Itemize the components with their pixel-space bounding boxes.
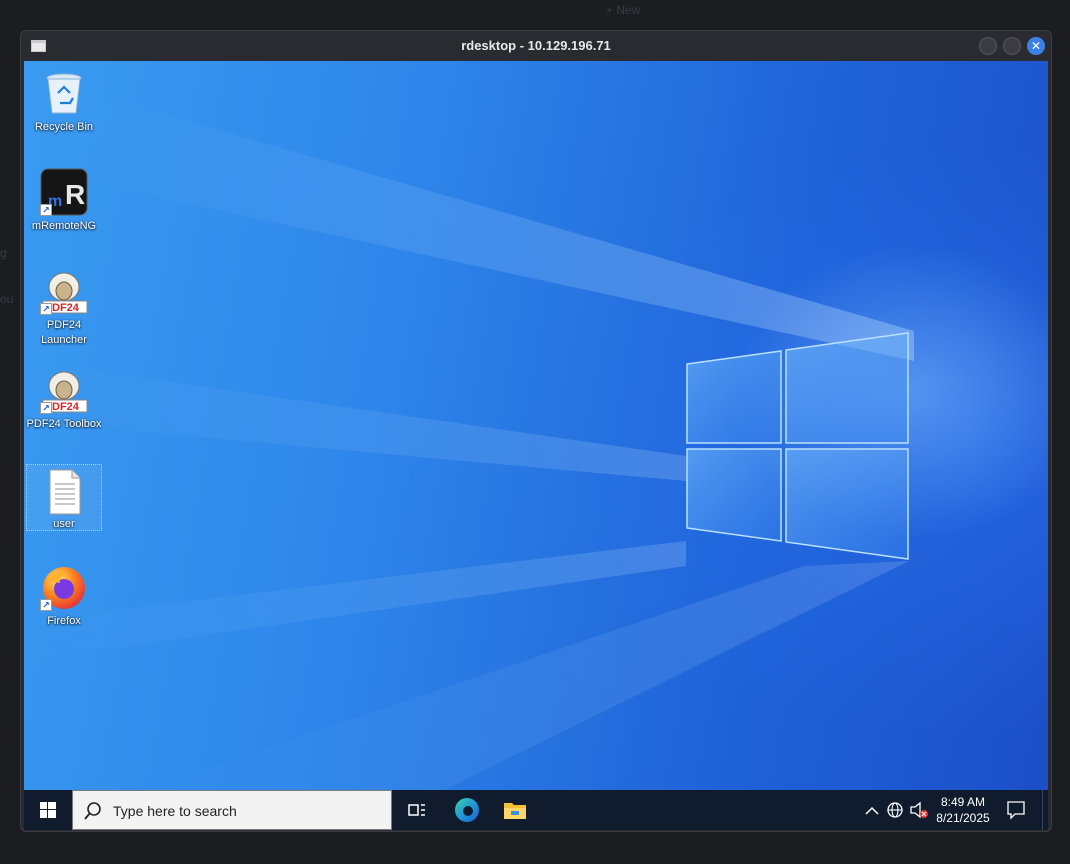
svg-text:DF24: DF24	[52, 401, 80, 413]
desktop-icon-label: Firefox	[47, 615, 81, 627]
desktop-icon-label: Recycle Bin	[34, 121, 94, 133]
close-icon: ✕	[1030, 39, 1042, 53]
windows-start-icon	[40, 802, 56, 818]
svg-text:DF24: DF24	[52, 302, 80, 314]
mremoteng-icon: R m ↗	[40, 168, 88, 216]
notifications-button[interactable]	[1002, 790, 1030, 830]
file-explorer-icon	[504, 803, 526, 819]
shortcut-arrow-icon: ↗	[40, 599, 52, 611]
desktop-icon-label: mRemoteNG	[31, 220, 97, 232]
background-text-o: ou	[0, 292, 14, 306]
windows-logo-wallpaper	[24, 91, 914, 790]
edge-icon	[455, 798, 479, 822]
show-desktop-button[interactable]	[1042, 790, 1048, 830]
minimize-button[interactable]	[979, 37, 997, 55]
svg-text:R: R	[65, 179, 85, 210]
show-hidden-icons-button[interactable]	[862, 790, 882, 830]
taskbar-search-box[interactable]: Type here to search	[72, 790, 392, 830]
edge-button[interactable]	[453, 796, 481, 824]
desktop-icon-mremoteng[interactable]: R m ↗ mRemoteNG	[26, 168, 102, 234]
window-titlebar[interactable]: rdesktop - 10.129.196.71 ✕	[21, 31, 1051, 61]
file-explorer-button[interactable]	[501, 796, 529, 824]
desktop-icon-firefox[interactable]: ↗ Firefox	[26, 563, 102, 629]
shortcut-arrow-icon: ↗	[40, 303, 52, 315]
search-icon	[83, 801, 103, 821]
taskbar: Type here to search 8:49 AM 8/21/2025	[24, 790, 1048, 830]
desktop-icon-label: user	[53, 518, 75, 530]
search-placeholder: Type here to search	[113, 803, 237, 819]
network-icon	[887, 802, 903, 818]
task-view-button[interactable]	[403, 796, 431, 824]
taskbar-clock[interactable]: 8:49 AM 8/21/2025	[928, 794, 998, 826]
firefox-icon: ↗	[40, 563, 88, 611]
clock-date: 8/21/2025	[936, 811, 990, 825]
text-file-icon	[40, 468, 88, 516]
pdf24-launcher-icon: DF24 ↗	[40, 267, 88, 315]
desktop-icon-user-file[interactable]: user	[26, 464, 102, 531]
volume-muted-icon	[910, 801, 928, 819]
remote-desktop[interactable]: Recycle Bin R m ↗ mRemoteNG DF24 ↗ PDF24…	[24, 61, 1048, 790]
close-button[interactable]: ✕	[1027, 37, 1045, 55]
shortcut-arrow-icon: ↗	[40, 402, 52, 414]
task-view-icon	[408, 804, 425, 816]
pdf24-toolbox-icon: DF24 ↗	[40, 366, 88, 414]
window-title: rdesktop - 10.129.196.71	[461, 38, 611, 53]
clock-time: 8:49 AM	[940, 795, 986, 809]
background-new-button: + New	[606, 3, 641, 17]
action-center-icon	[1007, 801, 1025, 820]
desktop-icon-recycle-bin[interactable]: Recycle Bin	[26, 69, 102, 135]
network-button[interactable]	[884, 790, 906, 830]
background-text-g: g	[0, 246, 7, 260]
desktop-icon-label: PDF24 Launcher	[41, 319, 87, 346]
start-button[interactable]	[24, 790, 72, 830]
volume-button[interactable]	[908, 790, 930, 830]
shortcut-arrow-icon: ↗	[40, 204, 52, 216]
desktop-icon-pdf24-launcher[interactable]: DF24 ↗ PDF24 Launcher	[26, 267, 102, 348]
recycle-bin-icon	[40, 69, 88, 117]
rdesktop-window: rdesktop - 10.129.196.71 ✕ Recycle Bin R…	[20, 30, 1052, 832]
chevron-up-icon	[865, 806, 879, 815]
desktop-icon-pdf24-toolbox[interactable]: DF24 ↗ PDF24 Toolbox	[26, 366, 102, 432]
maximize-button[interactable]	[1003, 37, 1021, 55]
desktop-icon-label: PDF24 Toolbox	[26, 418, 102, 430]
